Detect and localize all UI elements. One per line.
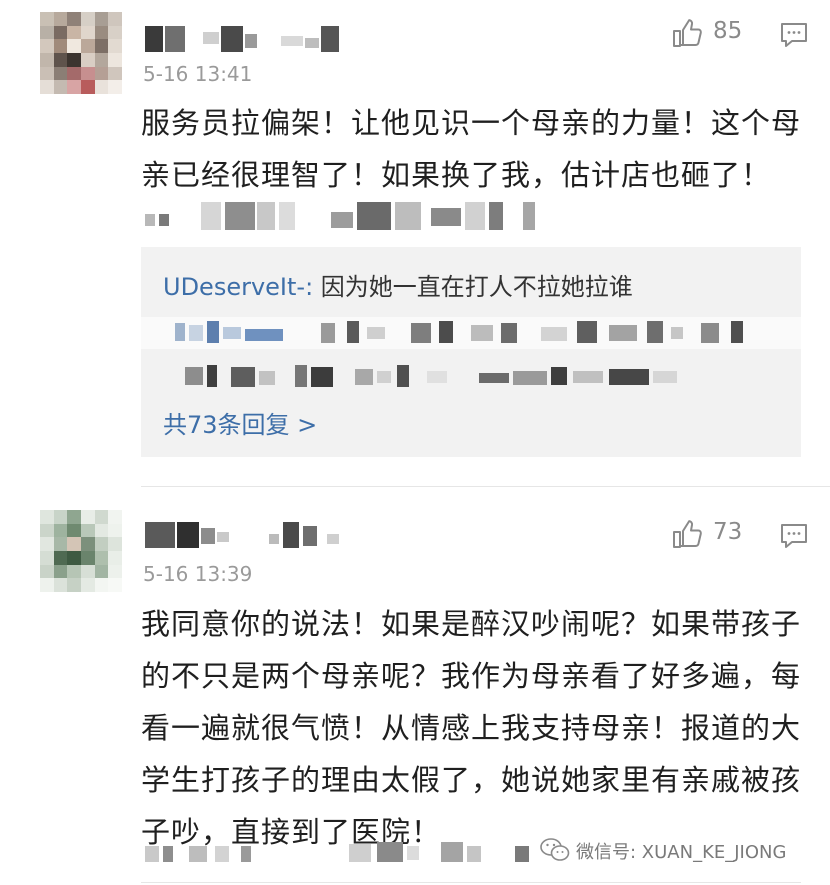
- watermark-text: 微信号: XUAN_KE_JIONG: [576, 842, 787, 863]
- comment-text-line: 的不只是两个母亲呢？我作为母亲看了好多遍，每: [141, 659, 802, 693]
- username-blurred[interactable]: [145, 26, 345, 52]
- comment-text-line: 看一遍就很气愤！从情感上我支持母亲！报道的大: [141, 711, 802, 745]
- thumbs-up-icon: [673, 19, 702, 47]
- reply-preview-blurred: [141, 317, 801, 349]
- comment-text: 服务员拉偏架！让他见识一个母亲的力量！这个母 亲已经很理智了！如果换了我，估计店…: [141, 97, 821, 201]
- comment-time: 5-16 13:39: [143, 562, 253, 586]
- avatar[interactable]: [40, 12, 122, 94]
- reply-text: 因为她一直在打人不拉她拉谁: [313, 273, 633, 301]
- view-replies-link[interactable]: 共73条回复 >: [163, 405, 317, 440]
- reply-username[interactable]: UDeserveIt-:: [163, 273, 313, 301]
- comment-time: 5-16 13:41: [143, 62, 253, 86]
- comment-icon[interactable]: [779, 521, 809, 551]
- comment-text-line: 服务员拉偏架！让他见识一个母亲的力量！这个母: [141, 106, 802, 140]
- reply-panel: UDeserveIt-: 因为她一直在打人不拉她拉谁 共73条回复 >: [141, 247, 801, 457]
- username-blurred[interactable]: [145, 522, 345, 548]
- comment-meta-blurred: [145, 202, 545, 230]
- like-button[interactable]: 85: [671, 16, 751, 50]
- like-count: 73: [713, 519, 743, 545]
- reply-preview[interactable]: UDeserveIt-: 因为她一直在打人不拉她拉谁: [163, 267, 633, 302]
- comment-text: 我同意你的说法！如果是醉汉吵闹呢？如果带孩子 的不只是两个母亲呢？我作为母亲看了…: [141, 598, 821, 858]
- comment-divider: [141, 486, 830, 487]
- wechat-icon: [540, 838, 570, 861]
- like-count: 85: [713, 18, 743, 44]
- reply-preview-blurred: [141, 361, 801, 391]
- like-button[interactable]: 73: [671, 517, 751, 551]
- comment-text-line: 我同意你的说法！如果是醉汉吵闹呢？如果带孩子: [141, 607, 802, 641]
- comment-icon[interactable]: [779, 20, 809, 50]
- comment-text-line: 亲已经很理智了！如果换了我，估计店也砸了！: [141, 158, 772, 192]
- comment-meta-blurred: [145, 838, 535, 864]
- thumbs-up-icon: [673, 520, 702, 548]
- comment-text-line: 学生打孩子的理由太假了，她说她家里有亲戚被孩: [141, 763, 802, 797]
- comment-divider: [141, 882, 801, 883]
- avatar[interactable]: [40, 510, 122, 592]
